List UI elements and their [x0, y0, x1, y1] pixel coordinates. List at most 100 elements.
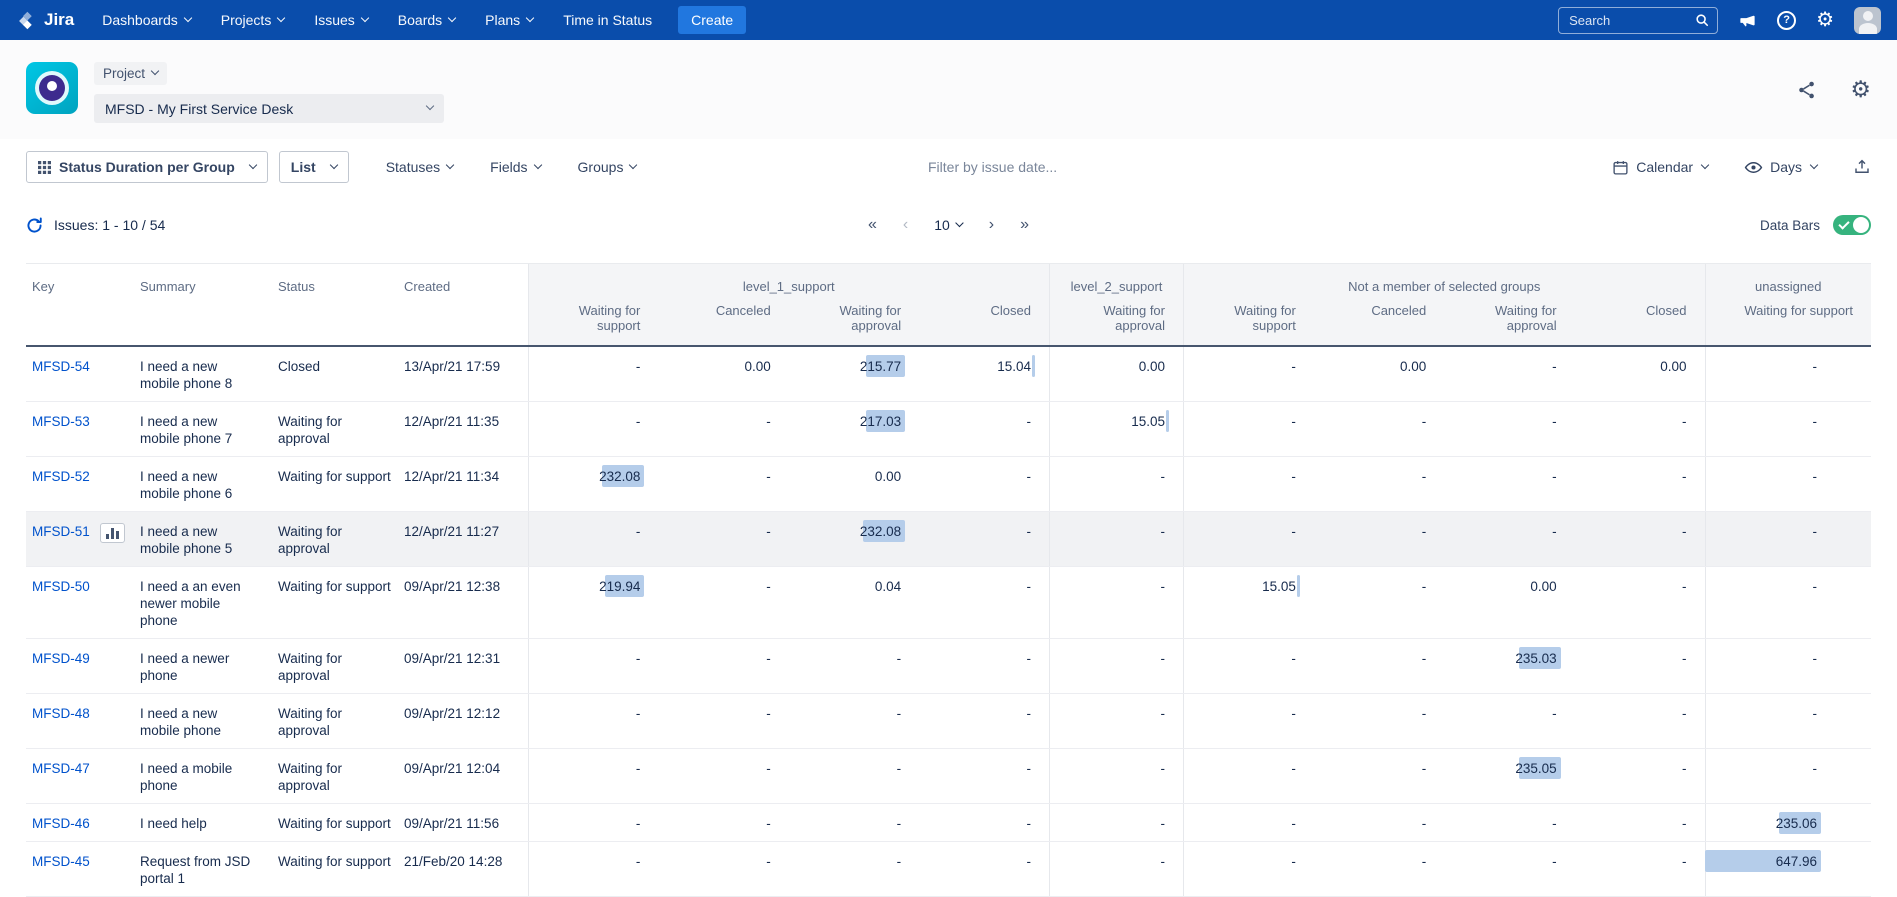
unit-dropdown[interactable]: Days	[1744, 158, 1817, 177]
issue-key-link[interactable]: MFSD-49	[32, 651, 90, 666]
issue-date-filter-input[interactable]	[926, 158, 1166, 176]
value-cell-wrap: -	[664, 578, 782, 595]
pagination-controls: « ‹ 10 › »	[868, 217, 1029, 233]
next-page-button[interactable]: ›	[989, 217, 994, 233]
column-header-canceled: Canceled	[1314, 300, 1444, 346]
cell-value: -	[919, 842, 1049, 897]
share-icon[interactable]	[1796, 79, 1818, 101]
issue-key-link[interactable]: MFSD-46	[32, 816, 90, 831]
value-text: -	[1581, 413, 1699, 430]
value-cell-wrap: -	[664, 815, 782, 832]
value-cell-wrap: -	[1190, 815, 1308, 832]
value-cell-wrap: -	[795, 815, 913, 832]
data-bars-toggle[interactable]	[1833, 215, 1871, 235]
value-cell-wrap: -	[1581, 853, 1699, 870]
table-row: MFSD-50I need a an even newer mobile pho…	[26, 567, 1871, 639]
value-text: -	[664, 650, 782, 667]
nav-item-dashboards[interactable]: Dashboards	[102, 12, 191, 28]
value-text: -	[1056, 650, 1177, 667]
value-cell-wrap: -	[1581, 413, 1699, 430]
nav-item-boards[interactable]: Boards	[398, 12, 455, 28]
report-type-button[interactable]: Status Duration per Group	[26, 151, 268, 183]
value-text: -	[1450, 468, 1568, 485]
nav-item-plans[interactable]: Plans	[485, 12, 533, 28]
value-text: -	[1581, 578, 1699, 595]
gear-icon[interactable]	[1816, 10, 1834, 30]
statuses-dropdown[interactable]: Statuses	[386, 159, 453, 175]
cell-value: 0.00	[1314, 346, 1444, 402]
project-select[interactable]: MFSD - My First Service Desk	[94, 94, 444, 123]
value-cell-wrap: -	[925, 650, 1043, 667]
value-text: -	[535, 760, 653, 777]
issue-key-link[interactable]: MFSD-51	[32, 524, 90, 539]
calendar-dropdown[interactable]: Calendar	[1612, 159, 1708, 176]
nav-item-issues[interactable]: Issues	[314, 12, 367, 28]
value-text: 0.00	[1450, 578, 1568, 595]
cell-value: 15.05	[1184, 567, 1314, 639]
issue-key-link[interactable]: MFSD-52	[32, 469, 90, 484]
nav-item-projects[interactable]: Projects	[221, 12, 285, 28]
value-cell-wrap: -	[535, 358, 653, 375]
export-icon[interactable]	[1853, 158, 1871, 176]
user-avatar[interactable]	[1854, 7, 1881, 34]
fields-dropdown[interactable]: Fields	[490, 159, 540, 175]
project-scope-dropdown[interactable]: Project	[94, 62, 167, 85]
row-chart-button[interactable]	[100, 523, 125, 543]
settings-gear-icon[interactable]	[1850, 78, 1871, 101]
cell-value: -	[1444, 402, 1574, 457]
nav-search-box[interactable]	[1558, 7, 1718, 34]
value-cell-wrap: 0.04	[795, 578, 913, 595]
create-button[interactable]: Create	[678, 6, 746, 34]
value-text: -	[1190, 523, 1308, 540]
value-text: 15.05	[1056, 413, 1177, 430]
groups-dropdown[interactable]: Groups	[578, 159, 637, 175]
value-text: -	[925, 705, 1043, 722]
cell-value: -	[1575, 842, 1705, 897]
cell-value: -	[1575, 804, 1705, 842]
value-cell-wrap: -	[1190, 760, 1308, 777]
cell-value: -	[658, 804, 788, 842]
value-text: -	[1190, 815, 1308, 832]
cell-created: 12/Apr/21 11:27	[398, 512, 528, 567]
value-cell-wrap: 235.05	[1450, 760, 1568, 777]
cell-value: -	[1705, 749, 1871, 804]
column-header-closed: Closed	[919, 300, 1049, 346]
help-icon[interactable]	[1777, 11, 1796, 30]
bar-chart-icon	[111, 528, 114, 539]
value-text: -	[925, 468, 1043, 485]
issue-key-link[interactable]: MFSD-47	[32, 761, 90, 776]
cell-value: 0.00	[1050, 346, 1184, 402]
issue-key-link[interactable]: MFSD-50	[32, 579, 90, 594]
cell-value: -	[1705, 346, 1871, 402]
search-input[interactable]	[1567, 12, 1695, 29]
issue-key-link[interactable]: MFSD-48	[32, 706, 90, 721]
prev-page-button[interactable]: ‹	[903, 217, 908, 233]
cell-created: 09/Apr/21 11:56	[398, 804, 528, 842]
announcements-megaphone-icon[interactable]	[1738, 11, 1757, 30]
issue-key-link[interactable]: MFSD-54	[32, 359, 90, 374]
cell-value: -	[1314, 402, 1444, 457]
page-size-select[interactable]: 10	[934, 217, 963, 233]
chevron-down-icon	[956, 218, 964, 226]
nav-item-time-in-status[interactable]: Time in Status	[563, 12, 652, 28]
column-header-status: Status	[272, 264, 398, 347]
first-page-button[interactable]: «	[868, 217, 877, 233]
cell-key: MFSD-51	[26, 512, 134, 567]
view-mode-button[interactable]: List	[279, 151, 349, 183]
value-text: -	[1190, 705, 1308, 722]
value-text: -	[664, 760, 782, 777]
value-cell-wrap: -	[1581, 650, 1699, 667]
jira-brand[interactable]: Jira	[16, 10, 74, 31]
value-text: -	[664, 523, 782, 540]
cell-value: -	[1444, 842, 1574, 897]
table-row: MFSD-54I need a new mobile phone 8Closed…	[26, 346, 1871, 402]
issue-key-link[interactable]: MFSD-45	[32, 854, 90, 869]
refresh-icon[interactable]	[26, 217, 43, 234]
last-page-button[interactable]: »	[1020, 217, 1029, 233]
value-cell-wrap: -	[1450, 358, 1568, 375]
cell-value: -	[1444, 346, 1574, 402]
cell-status: Closed	[272, 346, 398, 402]
table-row: MFSD-46I need helpWaiting for support09/…	[26, 804, 1871, 842]
issue-key-link[interactable]: MFSD-53	[32, 414, 90, 429]
value-text: 15.05	[1190, 578, 1308, 595]
